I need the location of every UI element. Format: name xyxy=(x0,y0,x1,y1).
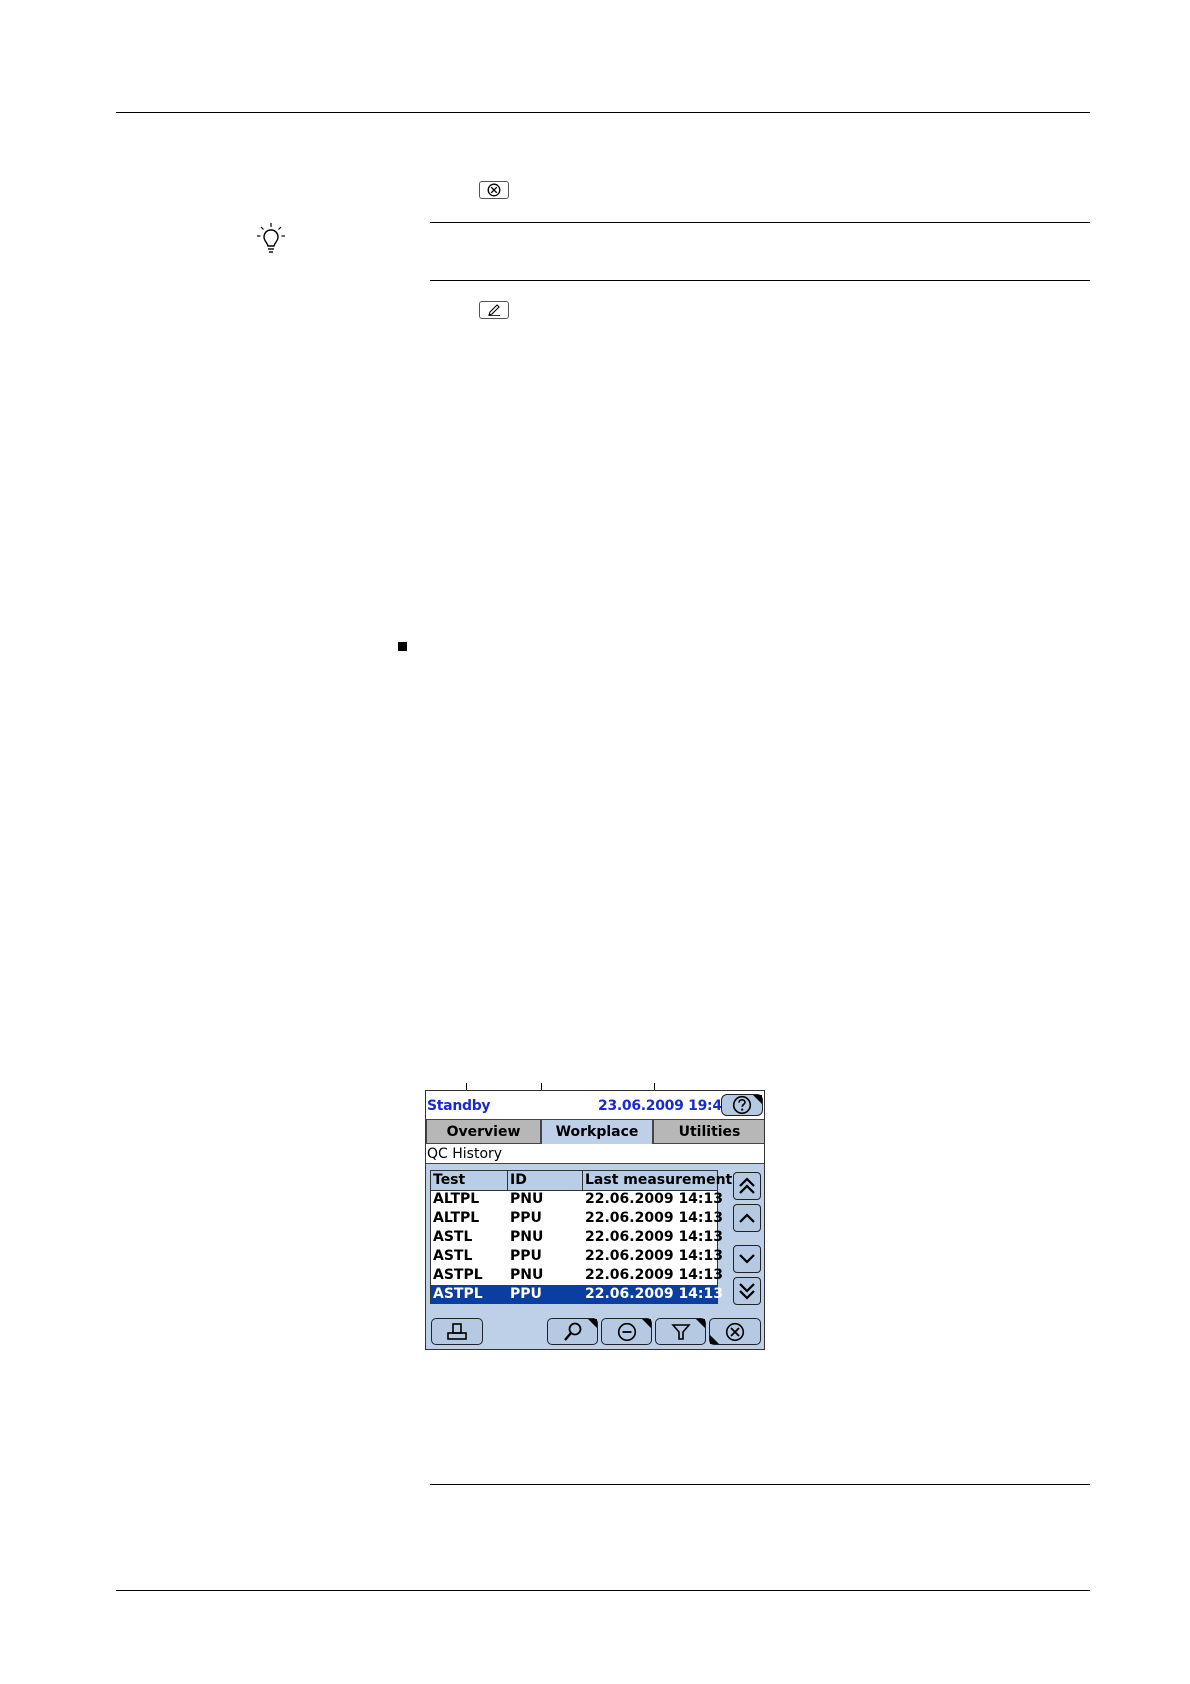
cell-last-measurement: 22.06.2009 14:13 xyxy=(585,1286,724,1302)
help-button[interactable] xyxy=(721,1094,763,1116)
cell-test: ASTPL xyxy=(433,1267,483,1283)
cell-last-measurement: 22.06.2009 14:13 xyxy=(585,1248,724,1264)
cell-last-measurement: 22.06.2009 14:13 xyxy=(585,1191,724,1207)
close-button[interactable] xyxy=(709,1318,761,1345)
filter-icon xyxy=(670,1323,691,1340)
table-row[interactable]: ALTPL PPU 22.06.2009 14:13 xyxy=(431,1209,723,1228)
cell-id: PNU xyxy=(510,1191,544,1207)
tab-utilities-label: Utilities xyxy=(678,1123,741,1140)
line-down-button[interactable] xyxy=(733,1245,761,1273)
cell-test: ALTPL xyxy=(433,1191,480,1207)
status-bar: Standby 23.06.2009 19:46 xyxy=(426,1091,764,1119)
datetime: 23.06.2009 19:46 xyxy=(598,1098,732,1114)
table-row[interactable]: ASTPL PNU 22.06.2009 14:13 xyxy=(431,1266,723,1285)
cell-id: PPU xyxy=(510,1248,542,1264)
delete-button[interactable] xyxy=(601,1318,652,1345)
line-up-button[interactable] xyxy=(733,1204,761,1232)
table-row[interactable]: ASTL PPU 22.06.2009 14:13 xyxy=(431,1247,723,1266)
cell-id: PPU xyxy=(510,1210,542,1226)
tab-bar: Overview Workplace Utilities xyxy=(426,1119,764,1144)
list-header: Test ID Last measurement xyxy=(431,1171,732,1191)
section-end-rule xyxy=(430,1484,1090,1485)
tab-overview-label: Overview xyxy=(446,1123,521,1140)
minus-circle-icon xyxy=(617,1322,636,1341)
table-row[interactable]: ALTPL PNU 22.06.2009 14:13 xyxy=(431,1190,723,1209)
chevron-down-icon xyxy=(739,1254,755,1264)
corner-indicator xyxy=(753,1095,762,1104)
chevron-up-icon xyxy=(739,1213,755,1223)
table-row-selected[interactable]: ASTPL PPU 22.06.2009 14:13 xyxy=(431,1285,723,1304)
tab-workplace-label: Workplace xyxy=(555,1124,639,1140)
help-icon xyxy=(732,1095,752,1115)
pencil-icon xyxy=(488,304,500,316)
column-header-last-measurement[interactable]: Last measurement xyxy=(583,1171,732,1190)
zoom-button[interactable] xyxy=(547,1318,598,1345)
cell-test: ASTL xyxy=(433,1248,473,1264)
cell-last-measurement: 22.06.2009 14:13 xyxy=(585,1229,724,1245)
corner-indicator xyxy=(588,1319,597,1328)
tab-workplace[interactable]: Workplace xyxy=(541,1119,653,1144)
double-chevron-down-icon xyxy=(739,1283,755,1300)
section-end-marker xyxy=(398,642,407,651)
column-header-test[interactable]: Test xyxy=(431,1171,508,1190)
magnifier-icon xyxy=(563,1322,581,1341)
double-chevron-up-icon xyxy=(739,1177,755,1194)
tab-overview[interactable]: Overview xyxy=(426,1119,541,1144)
header-rule xyxy=(116,112,1090,113)
lightbulb-icon xyxy=(257,223,285,253)
page-title: QC History xyxy=(426,1144,764,1164)
instrument-screen: Standby 23.06.2009 19:46 Overview Workpl… xyxy=(425,1090,765,1350)
print-icon xyxy=(447,1322,467,1340)
corner-indicator xyxy=(642,1319,651,1328)
status-text: Standby xyxy=(427,1098,491,1114)
cell-test: ASTPL xyxy=(433,1286,483,1302)
close-circle-icon xyxy=(487,183,501,197)
table-row[interactable]: ASTL PNU 22.06.2009 14:13 xyxy=(431,1228,723,1247)
column-header-id[interactable]: ID xyxy=(508,1171,583,1190)
cell-test: ASTL xyxy=(433,1229,473,1245)
footer-rule xyxy=(116,1590,1090,1591)
edit-key xyxy=(479,301,509,319)
cancel-key xyxy=(479,181,509,199)
cell-id: PNU xyxy=(510,1267,544,1283)
cell-id: PNU xyxy=(510,1229,544,1245)
corner-indicator xyxy=(696,1319,705,1328)
note-bottom-rule xyxy=(430,280,1090,281)
filter-button[interactable] xyxy=(655,1318,706,1345)
print-button[interactable] xyxy=(431,1318,483,1345)
cell-id: PPU xyxy=(510,1286,542,1302)
note-top-rule xyxy=(430,222,1090,223)
qc-history-list[interactable]: Test ID Last measurement ALTPL PNU 22.06… xyxy=(430,1170,732,1304)
cell-test: ALTPL xyxy=(433,1210,480,1226)
page-up-button[interactable] xyxy=(733,1172,761,1200)
cell-last-measurement: 22.06.2009 14:13 xyxy=(585,1210,724,1226)
page-down-button[interactable] xyxy=(733,1277,761,1305)
corner-indicator-left xyxy=(710,1335,719,1344)
close-circle-icon xyxy=(725,1322,745,1341)
tab-utilities[interactable]: Utilities xyxy=(653,1119,764,1144)
cell-last-measurement: 22.06.2009 14:13 xyxy=(585,1267,724,1283)
